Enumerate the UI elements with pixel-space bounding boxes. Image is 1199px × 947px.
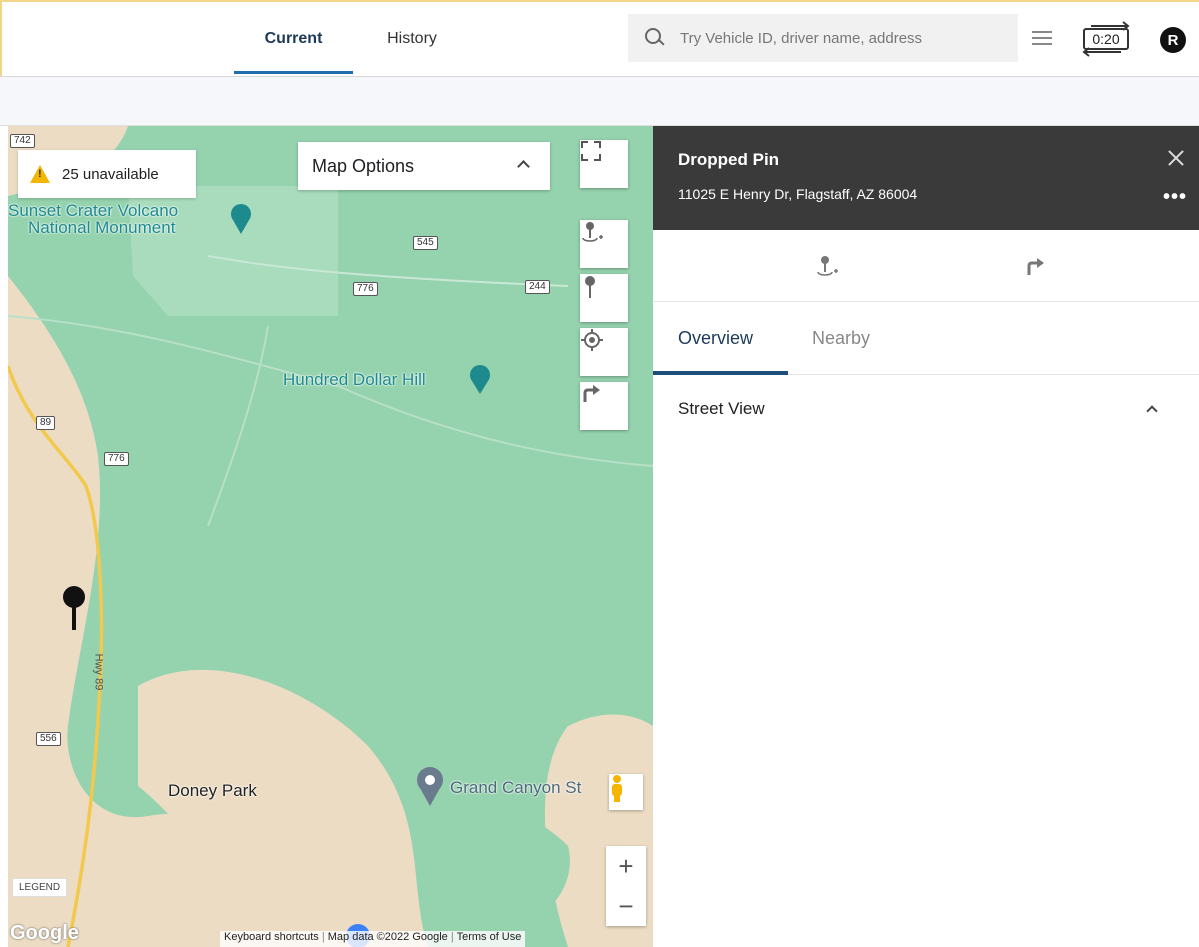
directions-arrow-icon xyxy=(583,385,600,402)
drop-pin-button[interactable] xyxy=(580,274,628,322)
google-logo: Google xyxy=(10,922,79,944)
map-label-sunset-crater: Sunset Crater Volcano National Monument xyxy=(8,202,178,236)
panel-address: 11025 E Henry Dr, Flagstaff, AZ 86004 xyxy=(678,186,918,202)
map-options-label: Map Options xyxy=(312,155,415,176)
chevron-up-icon xyxy=(1146,405,1158,417)
add-pin-icon xyxy=(817,256,838,276)
sub-bar xyxy=(0,76,1199,126)
target-location-icon xyxy=(581,329,603,351)
panel-tabs: Overview Nearby xyxy=(653,302,1199,375)
map-label-hwy-89: Hwy 89 xyxy=(92,653,105,691)
tab-overview[interactable]: Overview xyxy=(678,302,753,375)
tab-nearby[interactable]: Nearby xyxy=(812,302,870,375)
terms-of-use-link[interactable]: Terms of Use xyxy=(457,931,522,943)
refresh-timer-value: 0:20 xyxy=(1083,28,1129,50)
more-options-icon[interactable]: ••• xyxy=(1163,187,1187,207)
panel-add-stop-button[interactable] xyxy=(811,250,843,282)
avatar[interactable]: R xyxy=(1160,27,1186,53)
search-input[interactable] xyxy=(678,28,998,48)
map-label-doney-park: Doney Park xyxy=(168,781,257,800)
road-shield-244: 244 xyxy=(525,280,550,294)
warning-icon xyxy=(30,165,50,183)
search-box[interactable] xyxy=(628,14,1018,62)
road-shield-742: 742 xyxy=(10,134,35,148)
map-area[interactable]: Sunset Crater Volcano National Monument … xyxy=(8,126,653,947)
street-view-pegman-button[interactable] xyxy=(609,774,643,810)
chevron-up-icon xyxy=(517,160,530,173)
unavailable-badge[interactable]: 25 unavailable xyxy=(18,150,196,198)
map-data-attribution: Map data ©2022 Google xyxy=(327,931,448,943)
unavailable-label: 25 unavailable xyxy=(62,165,159,183)
zoom-out-button[interactable]: − xyxy=(618,886,633,926)
map-options-dropdown[interactable]: Map Options xyxy=(298,142,550,190)
map-footer: Keyboard shortcuts | Map data ©2022 Goog… xyxy=(220,931,526,947)
road-shield-545: 545 xyxy=(413,236,438,250)
street-view-label: Street View xyxy=(678,399,765,418)
keyboard-shortcuts-link[interactable]: Keyboard shortcuts xyxy=(224,931,319,943)
tab-current[interactable]: Current xyxy=(234,2,353,76)
pin-icon xyxy=(585,276,595,298)
road-shield-776-b: 776 xyxy=(104,452,129,466)
close-icon[interactable] xyxy=(1166,148,1186,168)
filter-settings-icon[interactable] xyxy=(1032,28,1052,48)
sunset-crater-line2: National Monument xyxy=(28,218,176,237)
search-icon xyxy=(644,27,666,49)
map-label-grand-canyon: Grand Canyon St xyxy=(450,778,582,797)
map-background xyxy=(8,126,653,947)
fullscreen-icon xyxy=(581,141,601,161)
zoom-controls: + − xyxy=(606,846,646,926)
road-shield-89: 89 xyxy=(36,416,56,430)
panel-action-row xyxy=(653,230,1199,302)
my-location-button[interactable] xyxy=(580,328,628,376)
street-view-section[interactable]: Street View xyxy=(653,375,1199,445)
map-label-hundred-dollar-hill: Hundred Dollar Hill xyxy=(283,370,426,389)
legend-button[interactable]: LEGEND xyxy=(12,878,68,897)
add-stop-button[interactable] xyxy=(580,220,628,268)
pegman-icon xyxy=(612,775,622,802)
top-bar: Current History 0:20 R xyxy=(0,0,1199,76)
road-shield-776: 776 xyxy=(353,282,378,296)
directions-button[interactable] xyxy=(580,382,628,430)
panel-directions-button[interactable] xyxy=(1019,250,1051,282)
tab-history-label: History xyxy=(387,30,437,47)
add-pin-icon xyxy=(582,222,603,242)
panel-header: Dropped Pin 11025 E Henry Dr, Flagstaff,… xyxy=(653,126,1199,230)
refresh-timer-button[interactable]: 0:20 xyxy=(1077,18,1135,60)
fullscreen-button[interactable] xyxy=(580,140,628,188)
details-panel: Dropped Pin 11025 E Henry Dr, Flagstaff,… xyxy=(653,126,1199,947)
panel-title: Dropped Pin xyxy=(678,150,780,169)
directions-arrow-icon xyxy=(1027,258,1044,275)
road-shield-556: 556 xyxy=(36,732,61,746)
tab-history[interactable]: History xyxy=(368,2,456,76)
tab-current-label: Current xyxy=(264,30,323,47)
zoom-in-button[interactable]: + xyxy=(618,846,633,886)
